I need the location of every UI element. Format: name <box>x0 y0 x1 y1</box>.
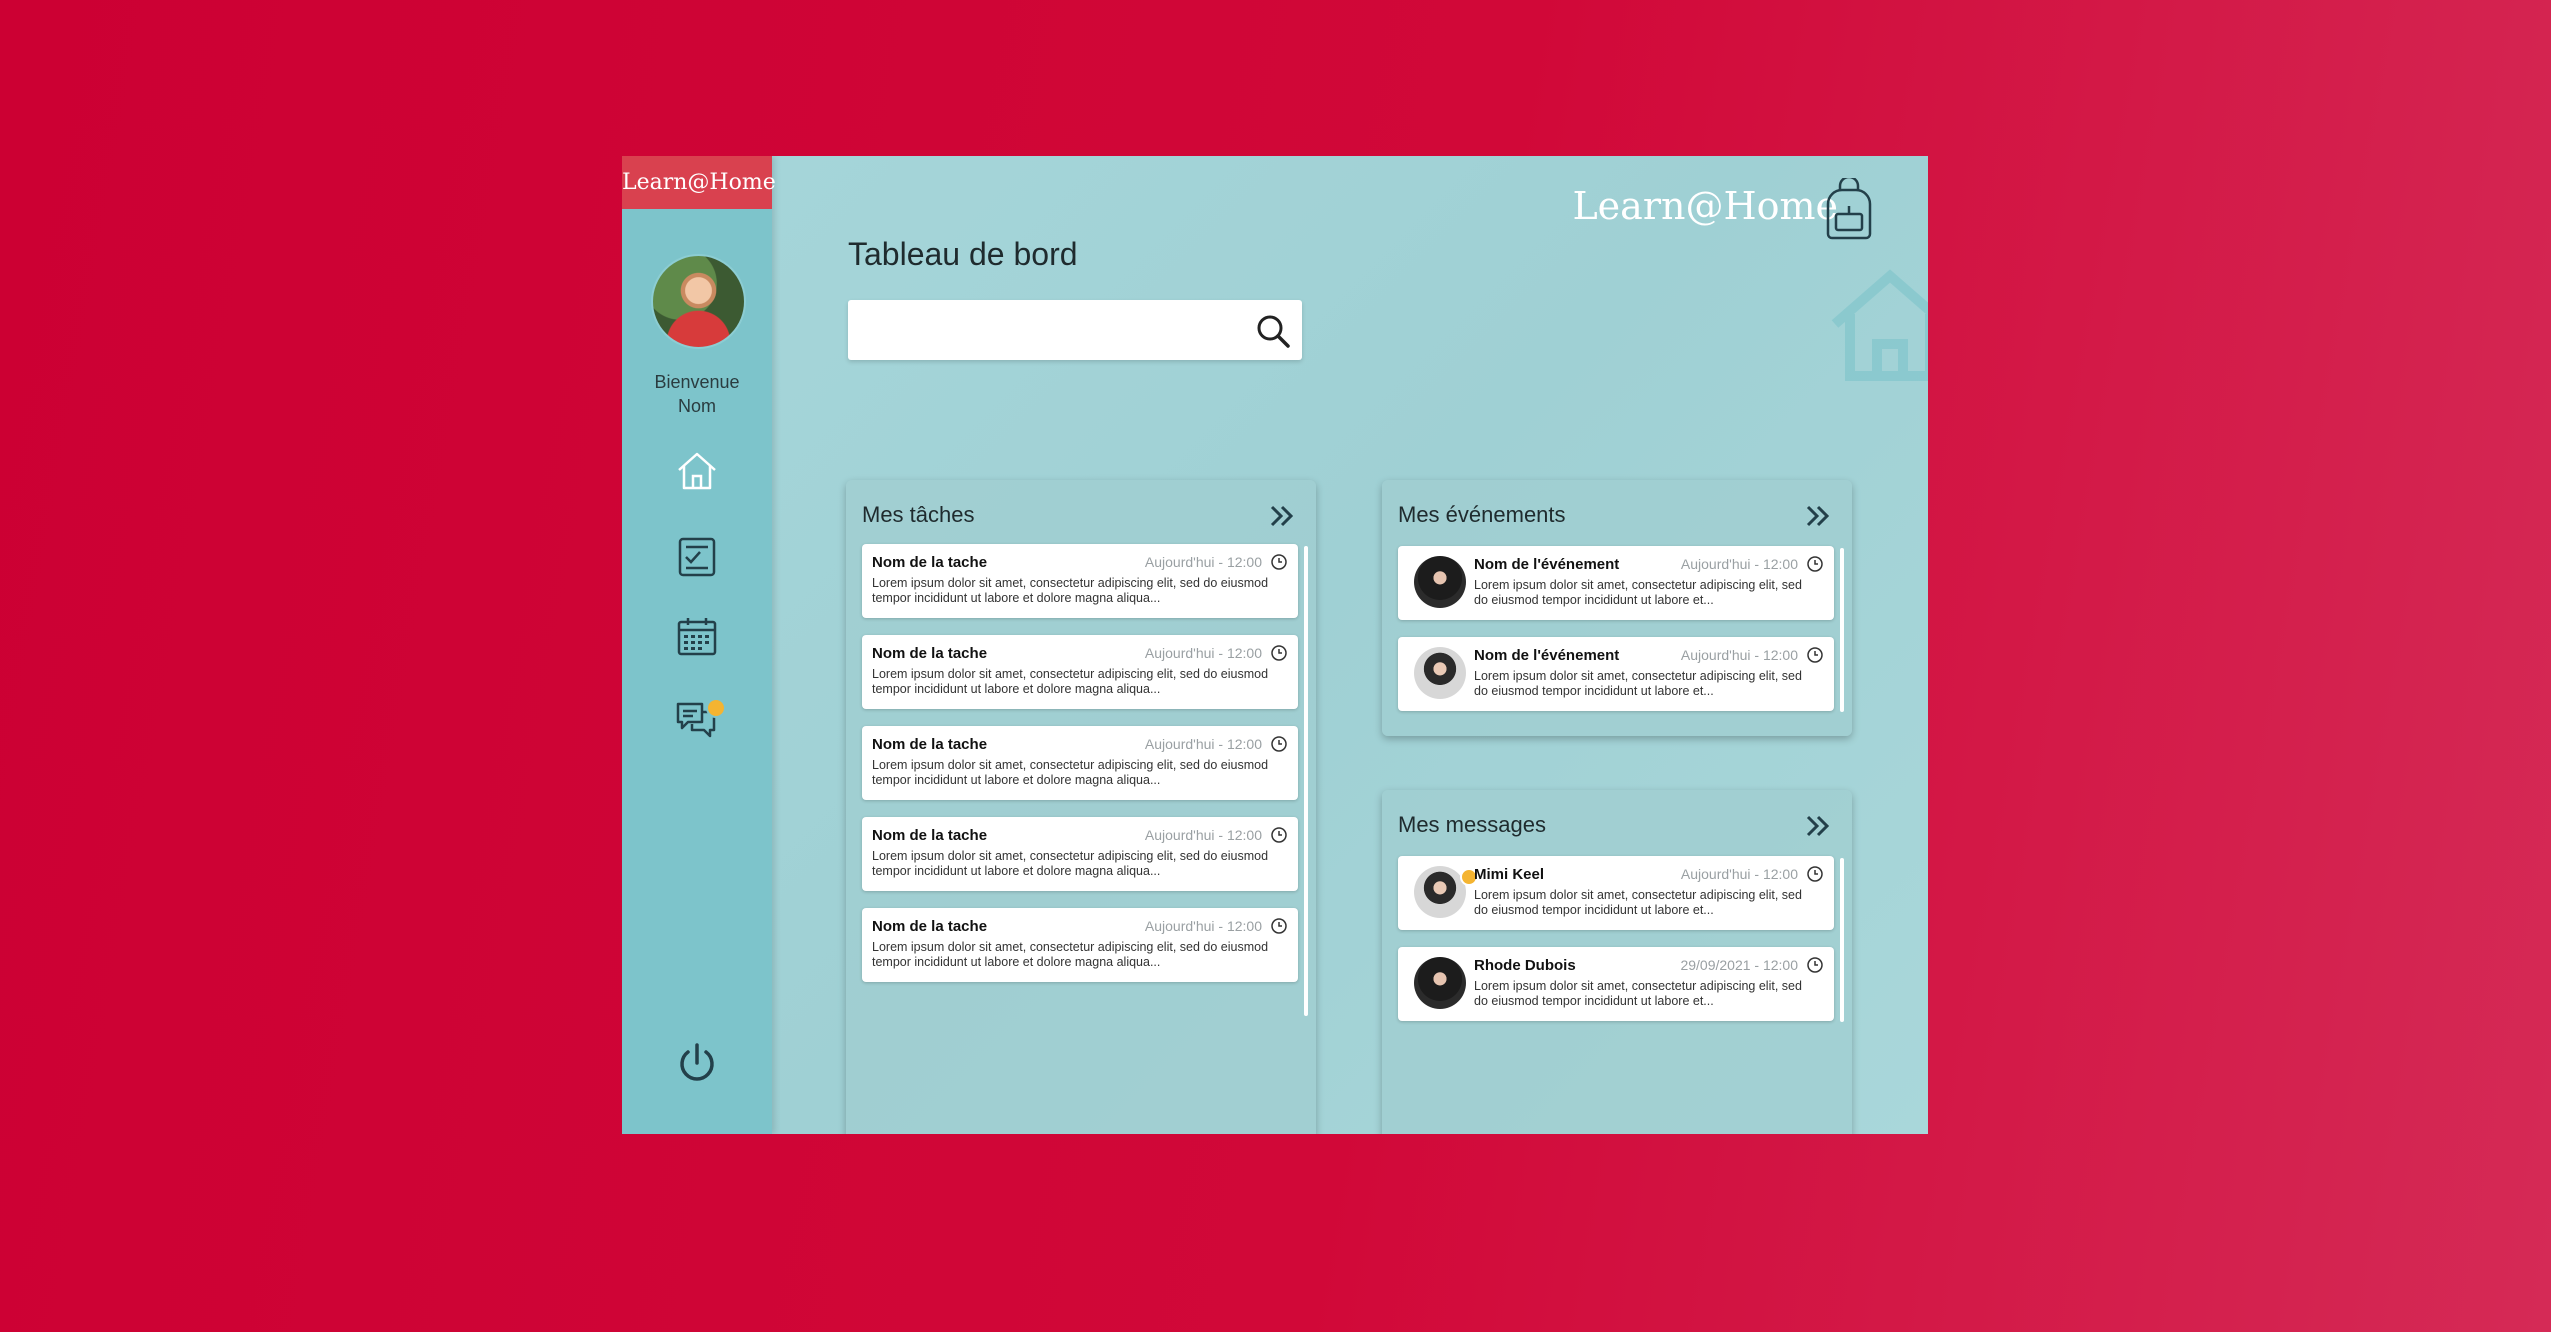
event-name: Nom de l'événement <box>1474 556 1620 573</box>
nav-calendar[interactable] <box>672 612 722 662</box>
task-name: Nom de la tache <box>872 918 988 935</box>
header-brand: Learn@Home <box>1572 184 1838 228</box>
search-input[interactable] <box>848 300 1264 360</box>
task-name: Nom de la tache <box>872 645 988 662</box>
task-name: Nom de la tache <box>872 827 988 844</box>
events-panel: Mes événements Nom de l'événement Aujour… <box>1382 480 1852 736</box>
message-time: Aujourd'hui - 12:00 <box>1680 866 1798 882</box>
task-description: Lorem ipsum dolor sit amet, consectetur … <box>872 576 1269 605</box>
tasks-icon <box>678 537 716 577</box>
message-preview: Lorem ipsum dolor sit amet, consectetur … <box>1474 979 1802 1008</box>
task-description: Lorem ipsum dolor sit amet, consectetur … <box>872 849 1269 878</box>
user-name: Nom <box>677 396 716 416</box>
messages-scrollbar[interactable] <box>1840 858 1844 1022</box>
clock-icon <box>1271 645 1287 661</box>
task-description: Lorem ipsum dolor sit amet, consectetur … <box>872 940 1269 969</box>
message-preview: Lorem ipsum dolor sit amet, consectetur … <box>1474 888 1802 917</box>
task-name: Nom de la tache <box>872 736 988 753</box>
nav-messages[interactable] <box>672 694 726 744</box>
user-avatar[interactable] <box>651 254 746 349</box>
welcome-text: Bienvenue Nom <box>622 370 772 418</box>
task-card[interactable]: Nom de la tache Aujourd'hui - 12:00 Lore… <box>862 544 1298 618</box>
event-description: Lorem ipsum dolor sit amet, consectetur … <box>1474 578 1802 607</box>
messages-title: Mes messages <box>1398 812 1546 837</box>
search-icon[interactable] <box>1254 312 1292 350</box>
events-scrollbar[interactable] <box>1840 548 1844 712</box>
message-card[interactable]: Mimi Keel Aujourd'hui - 12:00 Lorem ipsu… <box>1398 856 1834 930</box>
backpack-icon <box>1826 178 1872 240</box>
task-time: Aujourd'hui - 12:00 <box>1144 645 1262 661</box>
event-description: Lorem ipsum dolor sit amet, consectetur … <box>1474 669 1802 698</box>
event-name: Nom de l'événement <box>1474 647 1620 664</box>
task-time: Aujourd'hui - 12:00 <box>1144 736 1262 752</box>
task-card[interactable]: Nom de la tache Aujourd'hui - 12:00 Lore… <box>862 817 1298 891</box>
search-bar <box>848 300 1302 360</box>
task-card[interactable]: Nom de la tache Aujourd'hui - 12:00 Lore… <box>862 635 1298 709</box>
tasks-title: Mes tâches <box>862 502 975 527</box>
clock-icon <box>1807 647 1823 663</box>
logout-button[interactable] <box>672 1038 722 1088</box>
event-time: Aujourd'hui - 12:00 <box>1680 647 1798 663</box>
task-card[interactable]: Nom de la tache Aujourd'hui - 12:00 Lore… <box>862 726 1298 800</box>
message-time: 29/09/2021 - 12:00 <box>1680 957 1798 973</box>
events-title: Mes événements <box>1398 502 1566 527</box>
task-description: Lorem ipsum dolor sit amet, consectetur … <box>872 758 1269 787</box>
clock-icon <box>1807 556 1823 572</box>
main-content: Learn@Home Tableau de bord Mes tâches No… <box>772 156 1928 1134</box>
task-card[interactable]: Nom de la tache Aujourd'hui - 12:00 Lore… <box>862 908 1298 982</box>
sidebar: Learn@Home Bienvenue Nom <box>622 156 776 1134</box>
nav-home[interactable] <box>672 446 722 496</box>
clock-icon <box>1271 918 1287 934</box>
power-icon <box>680 1043 714 1081</box>
messages-badge <box>706 698 726 718</box>
clock-icon <box>1807 957 1823 973</box>
chevron-double-right-icon[interactable] <box>1802 810 1834 842</box>
clock-icon <box>1271 827 1287 843</box>
calendar-icon <box>677 618 717 656</box>
task-description: Lorem ipsum dolor sit amet, consectetur … <box>872 667 1269 696</box>
event-card[interactable]: Nom de l'événement Aujourd'hui - 12:00 L… <box>1398 637 1834 711</box>
task-time: Aujourd'hui - 12:00 <box>1144 827 1262 843</box>
tasks-scrollbar[interactable] <box>1304 546 1308 1016</box>
event-avatar <box>1414 556 1466 608</box>
sender-name: Rhode Dubois <box>1474 957 1576 974</box>
event-time: Aujourd'hui - 12:00 <box>1680 556 1798 572</box>
messages-panel: Mes messages Mimi Keel Aujourd'hui - 12:… <box>1382 790 1852 1134</box>
welcome-line: Bienvenue <box>654 372 740 392</box>
home-watermark-icon <box>1831 269 1928 381</box>
event-card[interactable]: Nom de l'événement Aujourd'hui - 12:00 L… <box>1398 546 1834 620</box>
chevron-double-right-icon[interactable] <box>1802 500 1834 532</box>
sidebar-brand: Learn@Home <box>622 156 776 209</box>
task-name: Nom de la tache <box>872 554 988 571</box>
task-time: Aujourd'hui - 12:00 <box>1144 918 1262 934</box>
page-title: Tableau de bord <box>848 236 1078 272</box>
sender-name: Mimi Keel <box>1474 866 1545 883</box>
sender-avatar <box>1414 957 1466 1009</box>
tasks-panel: Mes tâches Nom de la tache Aujourd'hui -… <box>846 480 1316 1134</box>
task-time: Aujourd'hui - 12:00 <box>1144 554 1262 570</box>
sender-avatar <box>1414 866 1466 918</box>
clock-icon <box>1271 736 1287 752</box>
chevron-double-right-icon[interactable] <box>1266 500 1298 532</box>
clock-icon <box>1807 866 1823 882</box>
nav-tasks[interactable] <box>672 532 722 582</box>
clock-icon <box>1271 554 1287 570</box>
app-window: Learn@Home Bienvenue Nom Learn@Home Tabl… <box>622 156 1928 1134</box>
event-avatar <box>1414 647 1466 699</box>
home-icon <box>678 452 716 490</box>
message-card[interactable]: Rhode Dubois 29/09/2021 - 12:00 Lorem ip… <box>1398 947 1834 1021</box>
